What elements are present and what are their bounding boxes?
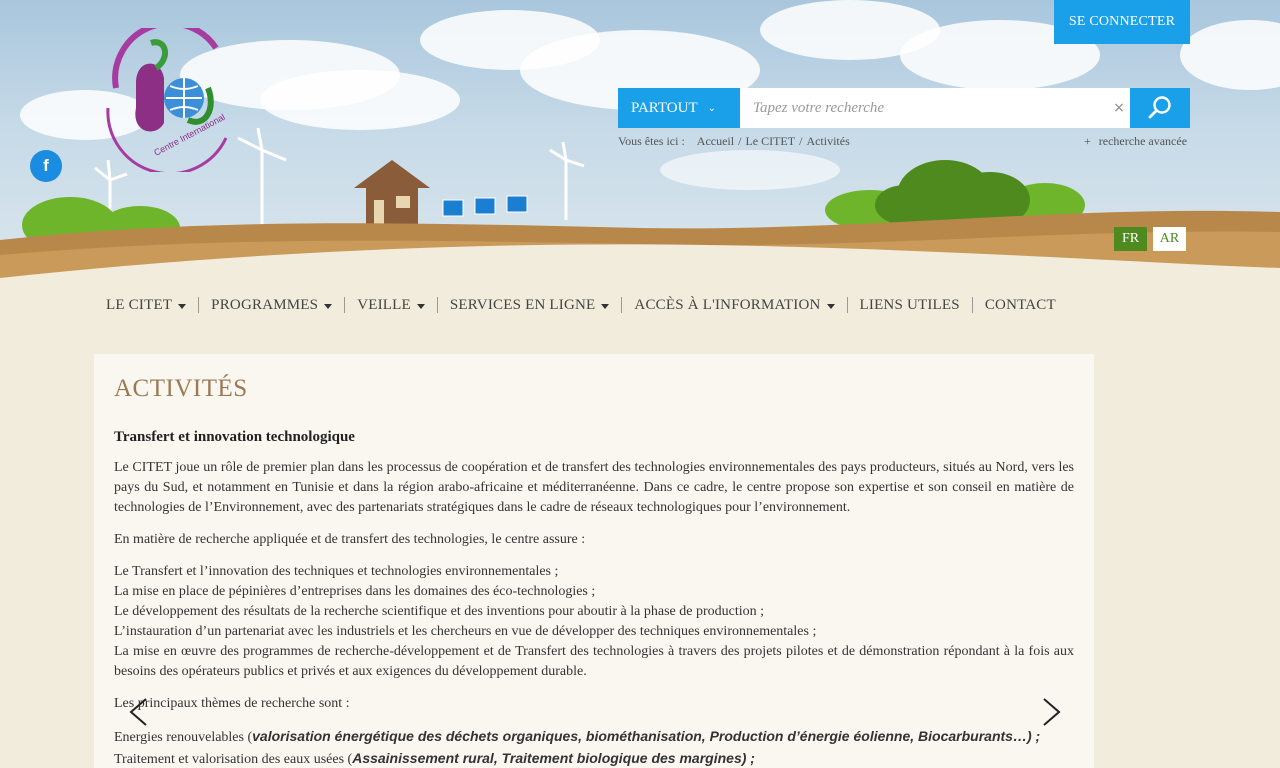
list-item: Le Transfert et l’innovation des techniq… [114, 564, 559, 579]
breadcrumb-item-activites: Activités [806, 134, 850, 148]
nav-item-veille[interactable]: VEILLE [344, 297, 437, 313]
theme-detail: Assainissement rural, Traitement biologi… [352, 750, 755, 766]
content-panel: ACTIVITÉS Transfert et innovation techno… [94, 354, 1094, 768]
language-fr-button[interactable]: FR [1114, 227, 1147, 251]
nav-item-programmes[interactable]: PROGRAMMES [198, 297, 344, 313]
nav-item-label: CONTACT [984, 296, 1056, 313]
themes-intro-paragraph: Les principaux thèmes de recherche sont … [114, 696, 350, 711]
caret-down-icon [601, 303, 610, 309]
citet-logo: Centre International [106, 28, 228, 172]
nav-item-acces-information[interactable]: ACCÈS À L'INFORMATION [621, 297, 846, 313]
facebook-icon[interactable]: f [30, 150, 62, 182]
login-button[interactable]: SE CONNECTER [1054, 0, 1190, 44]
theme-label: Energies renouvelables ( [114, 730, 253, 745]
nav-item-label: LIENS UTILES [859, 296, 960, 313]
nav-item-label: LE CITET [106, 296, 173, 313]
theme-item: Energies renouvelables (valorisation éne… [114, 726, 1074, 748]
page-title: ACTIVITÉS [114, 375, 248, 402]
search-icon [1148, 96, 1171, 119]
caret-down-icon [324, 303, 333, 309]
previous-arrow-icon[interactable] [126, 697, 152, 727]
nav-item-label: VEILLE [357, 296, 411, 313]
theme-label: Traitement et valorisation des eaux usée… [114, 752, 353, 767]
search-input[interactable] [740, 88, 1130, 128]
plus-icon: + [1084, 134, 1091, 148]
breadcrumb-separator: / [738, 134, 742, 148]
breadcrumb-prefix: Vous êtes ici : [618, 134, 685, 148]
advanced-search-link[interactable]: + recherche avancée [1084, 134, 1187, 149]
list-item: L’instauration d’un partenariat avec les… [114, 624, 817, 639]
list-item: Le développement des résultats de la rec… [114, 604, 764, 619]
nav-item-label: SERVICES EN LIGNE [449, 296, 596, 313]
section-subtitle: Transfert et innovation technologique [114, 429, 355, 445]
nav-item-le-citet[interactable]: LE CITET [94, 297, 198, 313]
theme-item: Traitement et valorisation des eaux usée… [114, 748, 1074, 768]
list-item: La mise en œuvre des programmes de reche… [114, 644, 1074, 679]
search-scope-dropdown[interactable]: PARTOUT ⌄ [618, 88, 740, 128]
search-button[interactable] [1130, 88, 1190, 128]
caret-down-icon [826, 303, 835, 309]
caret-down-icon [178, 303, 187, 309]
nav-item-services-en-ligne[interactable]: SERVICES EN LIGNE [436, 296, 622, 313]
nav-item-contact[interactable]: CONTACT [971, 296, 1068, 313]
intro-paragraph: Le CITET joue un rôle de premier plan da… [114, 460, 1074, 515]
nav-item-label: PROGRAMMES [211, 296, 319, 313]
advanced-search-label: recherche avancée [1098, 134, 1188, 148]
next-arrow-icon[interactable] [1038, 697, 1064, 727]
search-bar: PARTOUT ⌄ × [618, 88, 1190, 128]
list-item: La mise en place de pépinières d’entrepr… [114, 584, 596, 599]
breadcrumb: Vous êtes ici : Accueil / Le CITET / Act… [618, 134, 850, 149]
nav-item-liens-utiles[interactable]: LIENS UTILES [846, 296, 972, 313]
breadcrumb-separator: / [799, 134, 803, 148]
theme-detail: valorisation énergétique des déchets org… [252, 728, 1041, 744]
language-ar-button[interactable]: AR [1153, 227, 1186, 251]
nav-item-label: ACCÈS À L'INFORMATION [634, 296, 821, 313]
breadcrumb-item-accueil[interactable]: Accueil [697, 134, 734, 149]
activities-list: Le Transfert et l’innovation des techniq… [114, 562, 1074, 682]
clear-search-icon[interactable]: × [1111, 98, 1127, 118]
chevron-down-icon: ⌄ [707, 102, 717, 114]
caret-down-icon [416, 303, 425, 309]
main-nav: LE CITET PROGRAMMES VEILLE SERVICES EN L… [94, 292, 1068, 318]
research-intro-paragraph: En matière de recherche appliquée et de … [114, 532, 586, 547]
search-scope-label: PARTOUT [631, 99, 698, 116]
breadcrumb-item-le-citet[interactable]: Le CITET [745, 134, 795, 149]
